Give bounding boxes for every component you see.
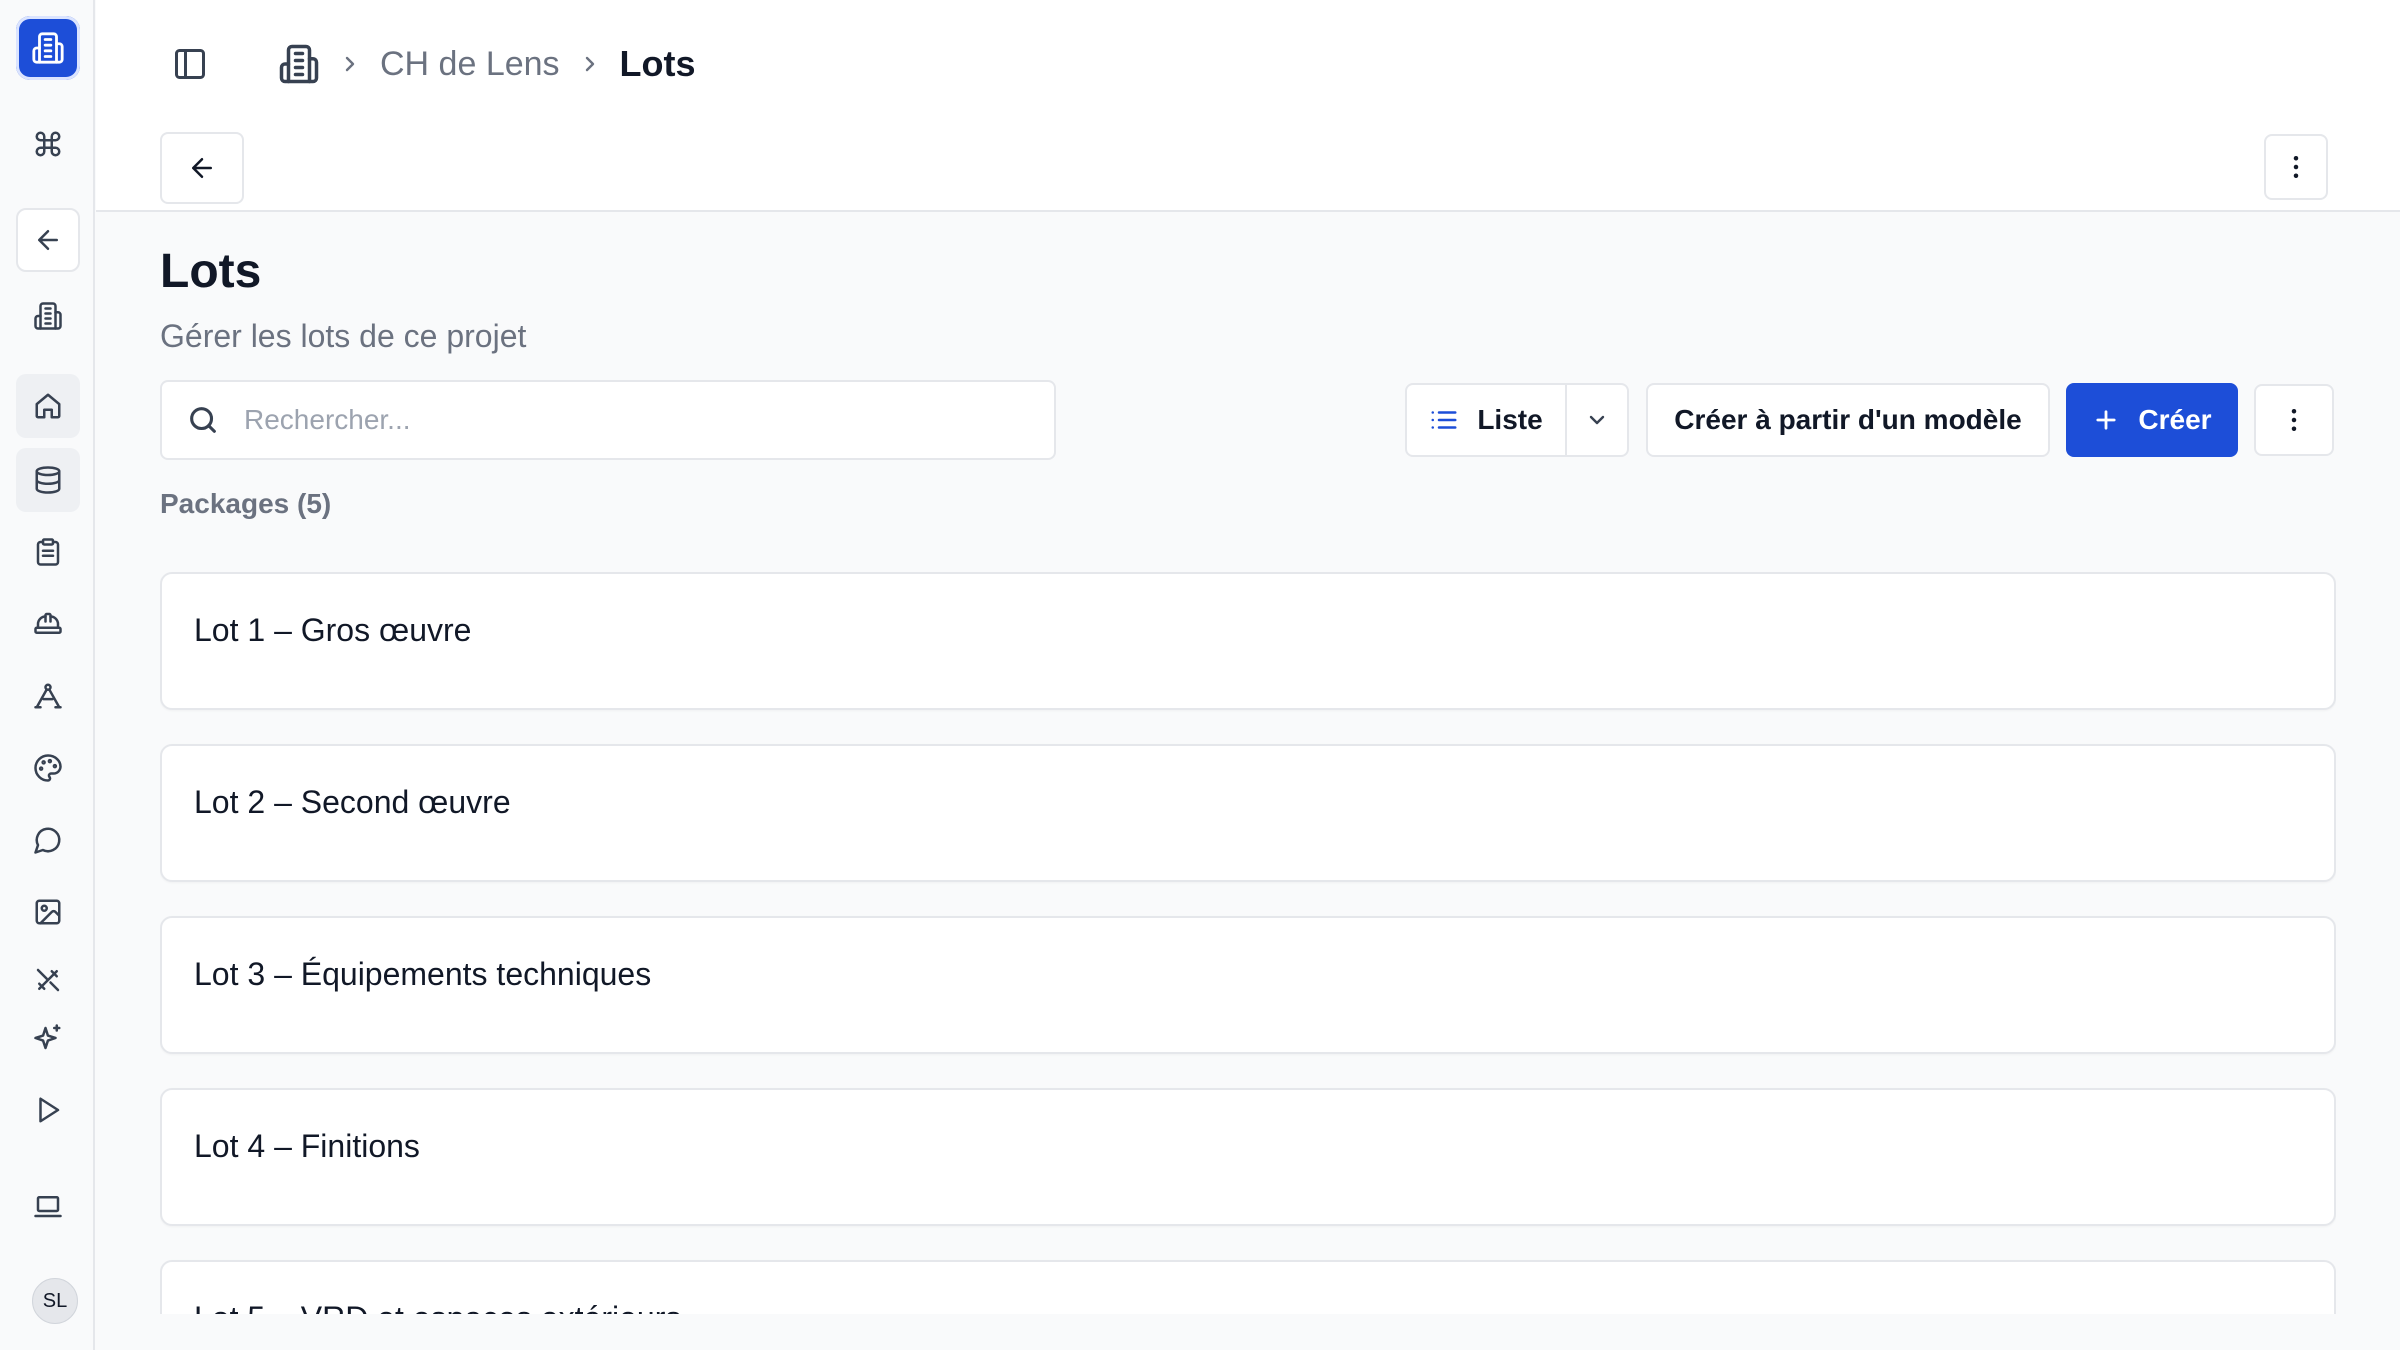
lot-name: Lot 4 – Finitions [194,1128,420,1164]
app-logo[interactable] [16,16,80,80]
plus-icon [2096,410,2116,430]
top-header: CH de Lens Lots [96,0,2400,212]
palette-icon [34,754,62,782]
lot-card[interactable]: Lot 1 – Gros œuvre [160,572,2336,710]
database-icon [35,466,61,494]
page-title: Lots [160,245,262,298]
page-subtitle: Gérer les lots de ce projet [160,318,527,354]
header-more-button[interactable] [2264,134,2328,200]
view-dropdown-button[interactable] [1567,385,1627,455]
sidebar-toggle-button[interactable] [166,40,214,88]
create-button[interactable]: Créer [2066,383,2238,457]
rail-ai-button[interactable] [16,1006,80,1070]
home-icon [35,393,61,419]
lot-card[interactable]: Lot 4 – Finitions [160,1088,2336,1226]
create-button-label: Créer [2138,404,2212,435]
rail-device-button[interactable] [16,1174,80,1238]
image-icon [35,899,61,925]
building-icon [32,32,64,64]
user-avatar[interactable]: SL [32,1278,78,1324]
building-icon [34,302,62,330]
panel-left-icon [175,49,205,79]
rail-palette-button[interactable] [16,736,80,800]
app-root: SL CH de Lens Lots Lots Gérer les lots d… [0,0,2400,1350]
command-icon [35,131,61,157]
chevron-right-icon [338,52,362,76]
chevron-down-icon [1589,415,1605,425]
search-box [160,380,1056,460]
rail-images-button[interactable] [16,880,80,944]
rail-design-button[interactable] [16,664,80,728]
create-from-template-button[interactable]: Créer à partir d'un modèle [1646,383,2050,457]
chevron-right-icon [578,52,602,76]
rail-messages-button[interactable] [16,808,80,872]
lot-card[interactable]: Lot 2 – Second œuvre [160,744,2336,882]
lot-name: Lot 1 – Gros œuvre [194,612,472,648]
breadcrumb-project-link[interactable]: CH de Lens [380,45,560,84]
rail-tools-button[interactable] [16,948,80,1012]
breadcrumb: CH de Lens Lots [278,36,696,92]
arrow-left-icon [192,158,212,178]
more-vertical-icon [2291,409,2297,431]
rail-play-button[interactable] [16,1078,80,1142]
tools-icon [36,968,60,992]
clipboard-icon [36,538,60,566]
lot-name: Lot 2 – Second œuvre [194,784,511,820]
play-icon [39,1097,60,1123]
lots-list: Lot 1 – Gros œuvre Lot 2 – Second œuvre … [160,572,2336,1314]
laptop-icon [34,1196,62,1218]
rail-home-button[interactable] [16,374,80,438]
rail-back-button[interactable] [16,208,80,272]
rail-projects-button[interactable] [16,284,80,348]
rail-database-button[interactable] [16,448,80,512]
rail-worksite-button[interactable] [16,592,80,656]
toolbar-more-button[interactable] [2254,384,2334,456]
arrow-left-icon [38,230,58,250]
lot-card[interactable]: Lot 3 – Équipements techniques [160,916,2336,1054]
search-icon [186,403,220,437]
list-icon [1431,411,1457,429]
packages-count: Packages (5) [160,488,332,519]
rail-clipboard-button[interactable] [16,520,80,584]
lot-name: Lot 3 – Équipements techniques [194,956,652,992]
view-list-button[interactable]: Liste [1407,385,1567,455]
breadcrumb-home-link[interactable] [278,43,320,85]
rail-command-button[interactable] [16,112,80,176]
more-vertical-icon [2293,156,2299,178]
message-circle-icon [34,827,61,854]
lot-name: Lot 5 – VRD et espaces extérieurs [194,1300,681,1314]
breadcrumb-current: Lots [619,43,696,84]
compass-drafting-icon [34,683,62,709]
search-input[interactable] [244,404,1024,436]
hard-hat-icon [34,612,62,634]
back-button[interactable] [160,132,244,204]
main-content: Lots Gérer les lots de ce projet Liste C… [96,212,2400,1322]
view-selected-label: Liste [1477,404,1543,435]
lot-card[interactable]: Lot 5 – VRD et espaces extérieurs [160,1260,2336,1314]
nav-rail: SL [0,0,95,1350]
sparkles-icon [34,1024,61,1050]
building-icon [279,44,319,84]
view-switcher: Liste [1405,383,1629,457]
